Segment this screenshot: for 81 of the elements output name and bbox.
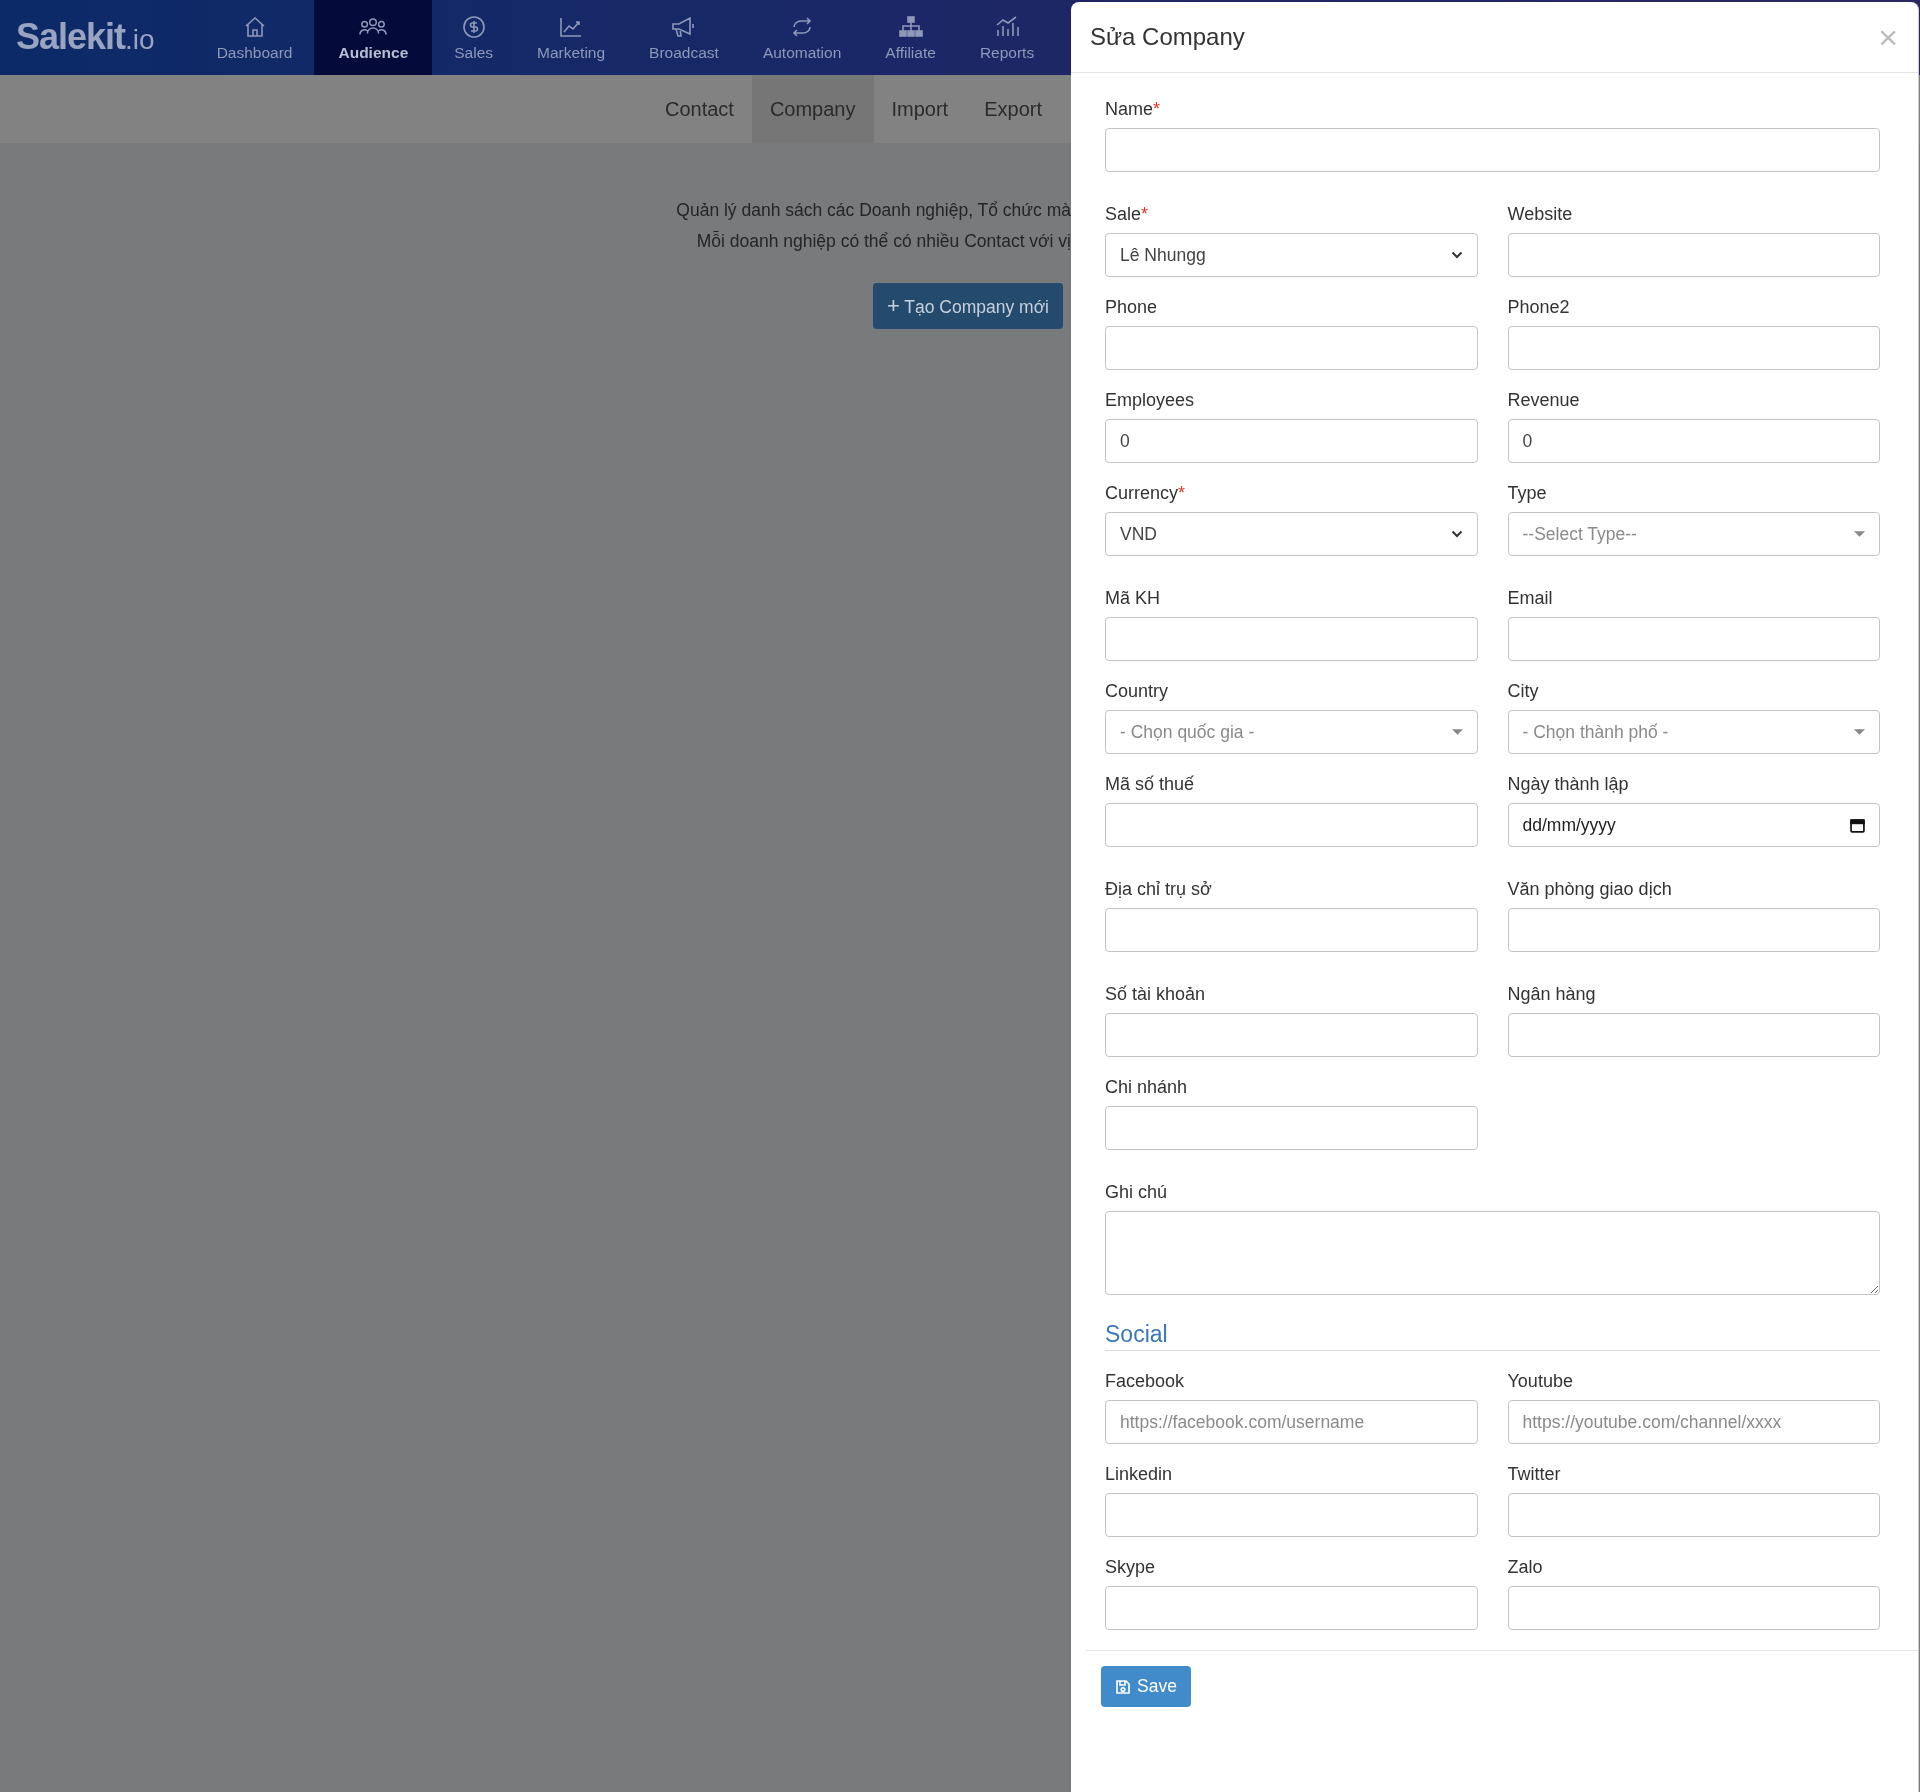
save-button[interactable]: Save [1101,1666,1191,1707]
field-label: Sale* [1105,203,1149,226]
field-label: Email [1507,587,1553,610]
dropdown[interactable]: - Chọn quốc gia - [1105,710,1478,754]
field-label: Facebook [1105,1370,1185,1393]
field-label: Name* [1105,98,1161,121]
floppy-disk-icon [1115,1678,1131,1695]
nav-item[interactable]: Automation [740,0,864,75]
notes-field[interactable] [1105,1211,1880,1295]
nav-item[interactable]: Sales [432,0,516,75]
field-label: Website [1507,203,1573,226]
dropdown[interactable]: VND [1105,512,1478,556]
section-heading: Social [1105,1321,1880,1351]
field-label: Zalo [1507,1556,1543,1579]
field-label: City [1507,680,1539,703]
nav-item[interactable]: Audience [314,0,433,75]
input-field[interactable] [1105,908,1478,952]
input-field[interactable] [1507,1493,1880,1537]
calendar-icon [1850,817,1865,833]
field-label: Country [1105,680,1169,703]
dropdown[interactable]: Lê Nhungg [1105,233,1478,277]
chevron-down-icon [1450,251,1463,259]
tab[interactable]: Contact [646,75,752,143]
input-field[interactable] [1507,233,1880,277]
field-label: Twitter [1507,1463,1561,1486]
input-field[interactable] [1105,1493,1478,1537]
field-label: Ngày thành lập [1507,773,1629,796]
field-label: Mã KH [1105,587,1160,610]
caret-down-icon [1854,729,1865,735]
tab[interactable]: Import [873,75,967,143]
input-field[interactable]: 0 [1507,419,1880,463]
nav-item[interactable]: Affiliate [863,0,958,75]
chevron-down-icon [1450,530,1463,538]
nav-item[interactable]: Dashboard [194,0,315,75]
caret-down-icon [1451,729,1463,735]
dropdown[interactable]: --Select Type-- [1507,512,1880,556]
input-field[interactable] [1105,1013,1478,1057]
field-label: Revenue [1507,389,1580,412]
create-company-button[interactable]: + Tạo Company mới [872,283,1063,329]
field-label: Số tài khoản [1105,983,1206,1006]
date-field[interactable]: dd/mm/yyyy [1507,803,1880,847]
description-text: Quản lý danh sách các Doanh nghiệp, Tổ chức mà [676,199,1071,222]
field-label: Chi nhánh [1105,1076,1188,1099]
field-label: Ngân hàng [1507,983,1596,1006]
logo[interactable]: Salekit.io [0,0,195,75]
input-field[interactable]: 0 [1105,419,1478,463]
field-label: Skype [1105,1556,1156,1579]
input-field[interactable] [1507,908,1880,952]
tab[interactable]: Company [751,75,874,143]
input-field[interactable]: https://youtube.com/channel/xxxx [1507,1400,1880,1444]
nav-item[interactable]: Reports [957,0,1057,75]
input-field[interactable] [1105,1586,1478,1630]
panel-title: Sửa Company [1090,23,1245,51]
field-label: Linkedin [1105,1463,1173,1486]
input-field[interactable] [1507,326,1880,370]
input-field[interactable] [1105,617,1478,661]
input-field[interactable] [1507,1586,1880,1630]
field-label: Youtube [1507,1370,1573,1393]
field-label: Địa chỉ trụ sở [1105,878,1212,901]
field-label: Ghi chú [1105,1181,1168,1204]
description-text: Mỗi doanh nghiệp có thể có nhiều Contact với vị [696,229,1071,253]
nav-item[interactable]: Broadcast [627,0,741,75]
field-label: Currency* [1105,482,1186,505]
field-label: Văn phòng giao dịch [1507,878,1672,901]
dropdown[interactable]: - Chọn thành phố - [1507,710,1880,754]
input-field[interactable] [1105,803,1478,847]
sitemap-icon [896,13,925,40]
input-field[interactable] [1105,1106,1478,1150]
field-label: Employees [1105,389,1195,412]
field-label: Type [1507,482,1547,505]
input-field[interactable] [1507,617,1880,661]
input-field[interactable]: https://facebook.com/username [1105,1400,1478,1444]
caret-down-icon [1854,531,1865,537]
field-label: Phone [1105,296,1158,319]
nav-item[interactable]: Marketing [515,0,628,75]
field-label: Mã số thuế [1105,773,1195,796]
tab[interactable]: Export [966,75,1060,143]
input-field[interactable] [1507,1013,1880,1057]
input-field[interactable] [1105,128,1880,172]
input-field[interactable] [1105,326,1478,370]
field-label: Phone2 [1507,296,1570,319]
